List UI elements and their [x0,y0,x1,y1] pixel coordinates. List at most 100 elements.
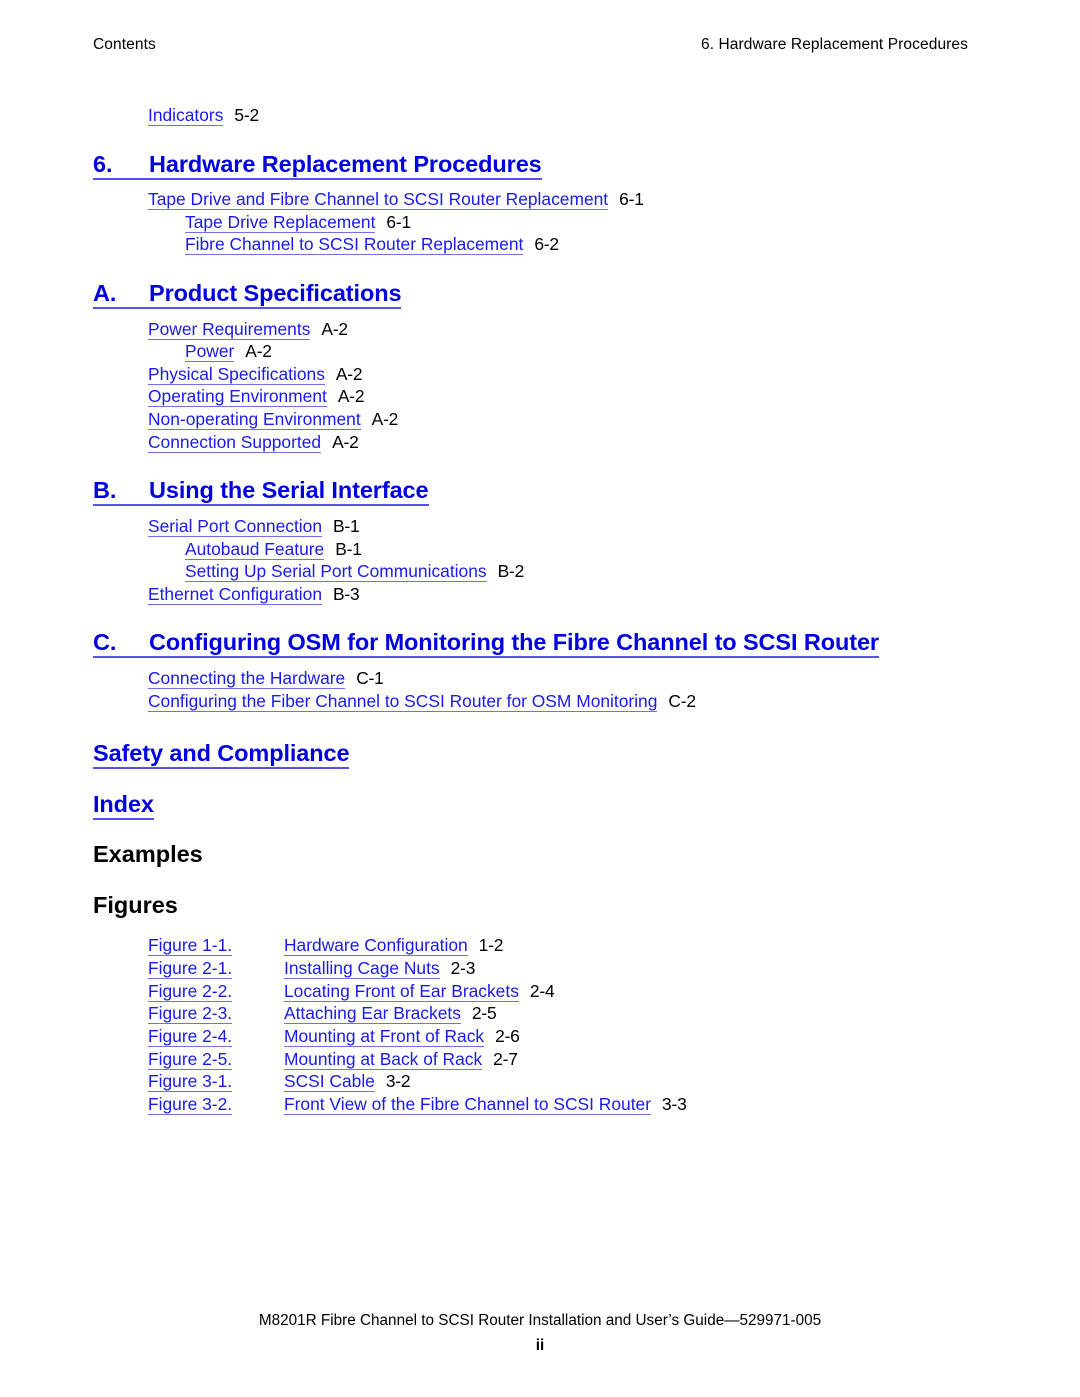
toc-entry-title[interactable]: Ethernet Configuration [148,583,323,605]
toc-entry-title[interactable]: Indicators [148,105,224,126]
figure-label-text[interactable]: Figure 3-2. [148,1093,233,1115]
toc-entry-title[interactable]: Serial Port Connection [148,515,322,537]
chapter-heading-6[interactable]: 6. Hardware Replacement Procedures [93,149,993,180]
toc-entry-title[interactable]: Operating Environment [148,386,327,408]
table-of-contents: Indicators 5-2 6. Hardware Replacement Pro… [93,104,993,1115]
toc-entry[interactable]: Tape Drive and Fibre Channel to SCSI Rou… [148,188,993,211]
toc-entry[interactable]: Setting Up Serial Port Communications B-2 [185,560,993,583]
running-header-left: Contents [93,36,156,53]
figure-title[interactable]: SCSI Cable [284,1071,375,1093]
toc-entry-title[interactable]: Setting Up Serial Port Communications [185,561,487,583]
figure-label: Figure 2-5. [148,1048,284,1071]
toc-entry-page: B-3 [333,583,360,604]
toc-entry[interactable]: Fibre Channel to SCSI Router Replacement… [185,233,993,256]
figure-list-item[interactable]: Figure 1-1. Hardware Configuration 1-2 [148,934,993,957]
figure-title[interactable]: Attaching Ear Brackets [284,1003,461,1025]
toc-entry-title[interactable]: Autobaud Feature [185,538,325,560]
appendix-heading-a[interactable]: A. Product Specifications [93,278,993,310]
appendix-title[interactable]: Configuring OSM for Monitoring the Fibre… [149,629,879,655]
toc-entry-title[interactable]: Tape Drive Replacement [185,211,376,233]
toc-entry[interactable]: Power Requirements A-2 [148,318,993,341]
figure-list-item[interactable]: Figure 2-2. Locating Front of Ear Bracket… [148,980,993,1003]
toc-entry-page: A-2 [245,341,272,362]
toc-entry[interactable]: Configuring the Fiber Channel to SCSI Ro… [148,690,993,713]
heading-index-label[interactable]: Index [93,790,154,820]
appendix-heading-c[interactable]: C. Configuring OSM for Monitoring the Fib… [93,627,1029,659]
toc-entry-title[interactable]: Fibre Channel to SCSI Router Replacement [185,234,524,256]
figure-title[interactable]: Mounting at Front of Rack [284,1025,485,1047]
figure-label-text[interactable]: Figure 2-2. [148,980,233,1002]
toc-entry[interactable]: Connecting the Hardware C-1 [148,667,993,690]
figure-label: Figure 1-1. [148,934,284,957]
figure-page: 2-3 [450,958,476,978]
document-page: Contents 6. Hardware Replacement Procedu… [0,0,1080,1397]
chapter-title[interactable]: Hardware Replacement Procedures [149,151,542,177]
figure-title[interactable]: Locating Front of Ear Brackets [284,980,519,1002]
toc-entry-title[interactable]: Connecting the Hardware [148,667,346,689]
toc-entry-page: A-2 [335,363,363,384]
figure-label-text[interactable]: Figure 2-3. [148,1003,233,1025]
toc-entry[interactable]: Ethernet Configuration B-3 [148,583,993,606]
toc-entry-page: A-2 [332,431,359,452]
toc-entry-page: 6-1 [386,211,411,232]
toc-entry-page: A-2 [337,386,365,407]
toc-entry-title[interactable]: Connection Supported [148,431,322,453]
figure-label-text[interactable]: Figure 2-1. [148,958,233,979]
figure-label-text[interactable]: Figure 1-1. [148,935,233,957]
figure-title[interactable]: Front View of the Fibre Channel to SCSI … [284,1093,651,1115]
figure-label-text[interactable]: Figure 3-1. [148,1071,233,1093]
figure-list-item[interactable]: Figure 2-1. Installing Cage Nuts 2-3 [148,957,993,980]
figure-label: Figure 3-2. [148,1093,284,1116]
toc-entry-title[interactable]: Configuring the Fiber Channel to SCSI Ro… [148,690,658,712]
toc-entry[interactable]: Physical Specifications A-2 [148,363,993,386]
appendix-title[interactable]: Using the Serial Interface [149,477,429,503]
chapter-number: 6. [93,150,113,177]
figure-label-text[interactable]: Figure 2-4. [148,1025,233,1047]
toc-entry-title[interactable]: Non-operating Environment [148,409,361,431]
heading-index[interactable]: Index [93,789,993,820]
toc-entry-page: C-1 [356,667,384,688]
toc-entry[interactable]: Serial Port Connection B-1 [148,515,993,538]
toc-entry-page: 6-1 [619,189,644,210]
toc-entry-title[interactable]: Physical Specifications [148,363,325,385]
toc-entry-page: C-2 [668,690,696,711]
toc-entry[interactable]: Non-operating Environment A-2 [148,408,993,431]
page-footer: M8201R Fibre Channel to SCSI Router Inst… [0,1310,1080,1358]
heading-safety-and-compliance-label[interactable]: Safety and Compliance [93,740,350,770]
heading-safety-and-compliance[interactable]: Safety and Compliance [93,738,993,770]
figure-title[interactable]: Hardware Configuration [284,935,468,957]
figure-title[interactable]: Installing Cage Nuts [284,958,440,979]
figure-title[interactable]: Mounting at Back of Rack [284,1048,483,1070]
figure-list-item[interactable]: Figure 2-3. Attaching Ear Brackets 2-5 [148,1002,993,1025]
toc-entry[interactable]: Indicators 5-2 [148,104,993,127]
toc-entry[interactable]: Power A-2 [185,340,993,363]
figure-list-item[interactable]: Figure 2-4. Mounting at Front of Rack 2-6 [148,1025,993,1048]
figure-page: 3-2 [385,1071,411,1092]
running-header-right: 6. Hardware Replacement Procedures [700,36,968,53]
toc-entry-title[interactable]: Tape Drive and Fibre Channel to SCSI Rou… [148,189,609,211]
figure-page: 2-4 [529,980,555,1001]
figure-list-item[interactable]: Figure 3-2. Front View of the Fibre Chann… [148,1093,993,1116]
figure-label-text[interactable]: Figure 2-5. [148,1048,233,1070]
toc-entry-title[interactable]: Power [185,341,235,363]
toc-entry[interactable]: Tape Drive Replacement 6-1 [185,211,993,234]
figure-list-item[interactable]: Figure 3-1. SCSI Cable 3-2 [148,1070,993,1093]
toc-entry-title[interactable]: Power Requirements [148,318,311,340]
toc-entry[interactable]: Connection Supported A-2 [148,431,993,454]
figure-list-item[interactable]: Figure 2-5. Mounting at Back of Rack 2-7 [148,1048,993,1071]
toc-entry-page: B-1 [335,538,362,559]
appendix-letter: C. [93,629,117,656]
toc-entry-page: A-2 [321,318,348,339]
appendix-heading-b[interactable]: B. Using the Serial Interface [93,475,993,507]
toc-entry[interactable]: Operating Environment A-2 [148,385,993,408]
toc-entry-page: A-2 [371,409,399,430]
toc-entry[interactable]: Autobaud Feature B-1 [185,538,993,561]
appendix-title[interactable]: Product Specifications [149,280,402,306]
